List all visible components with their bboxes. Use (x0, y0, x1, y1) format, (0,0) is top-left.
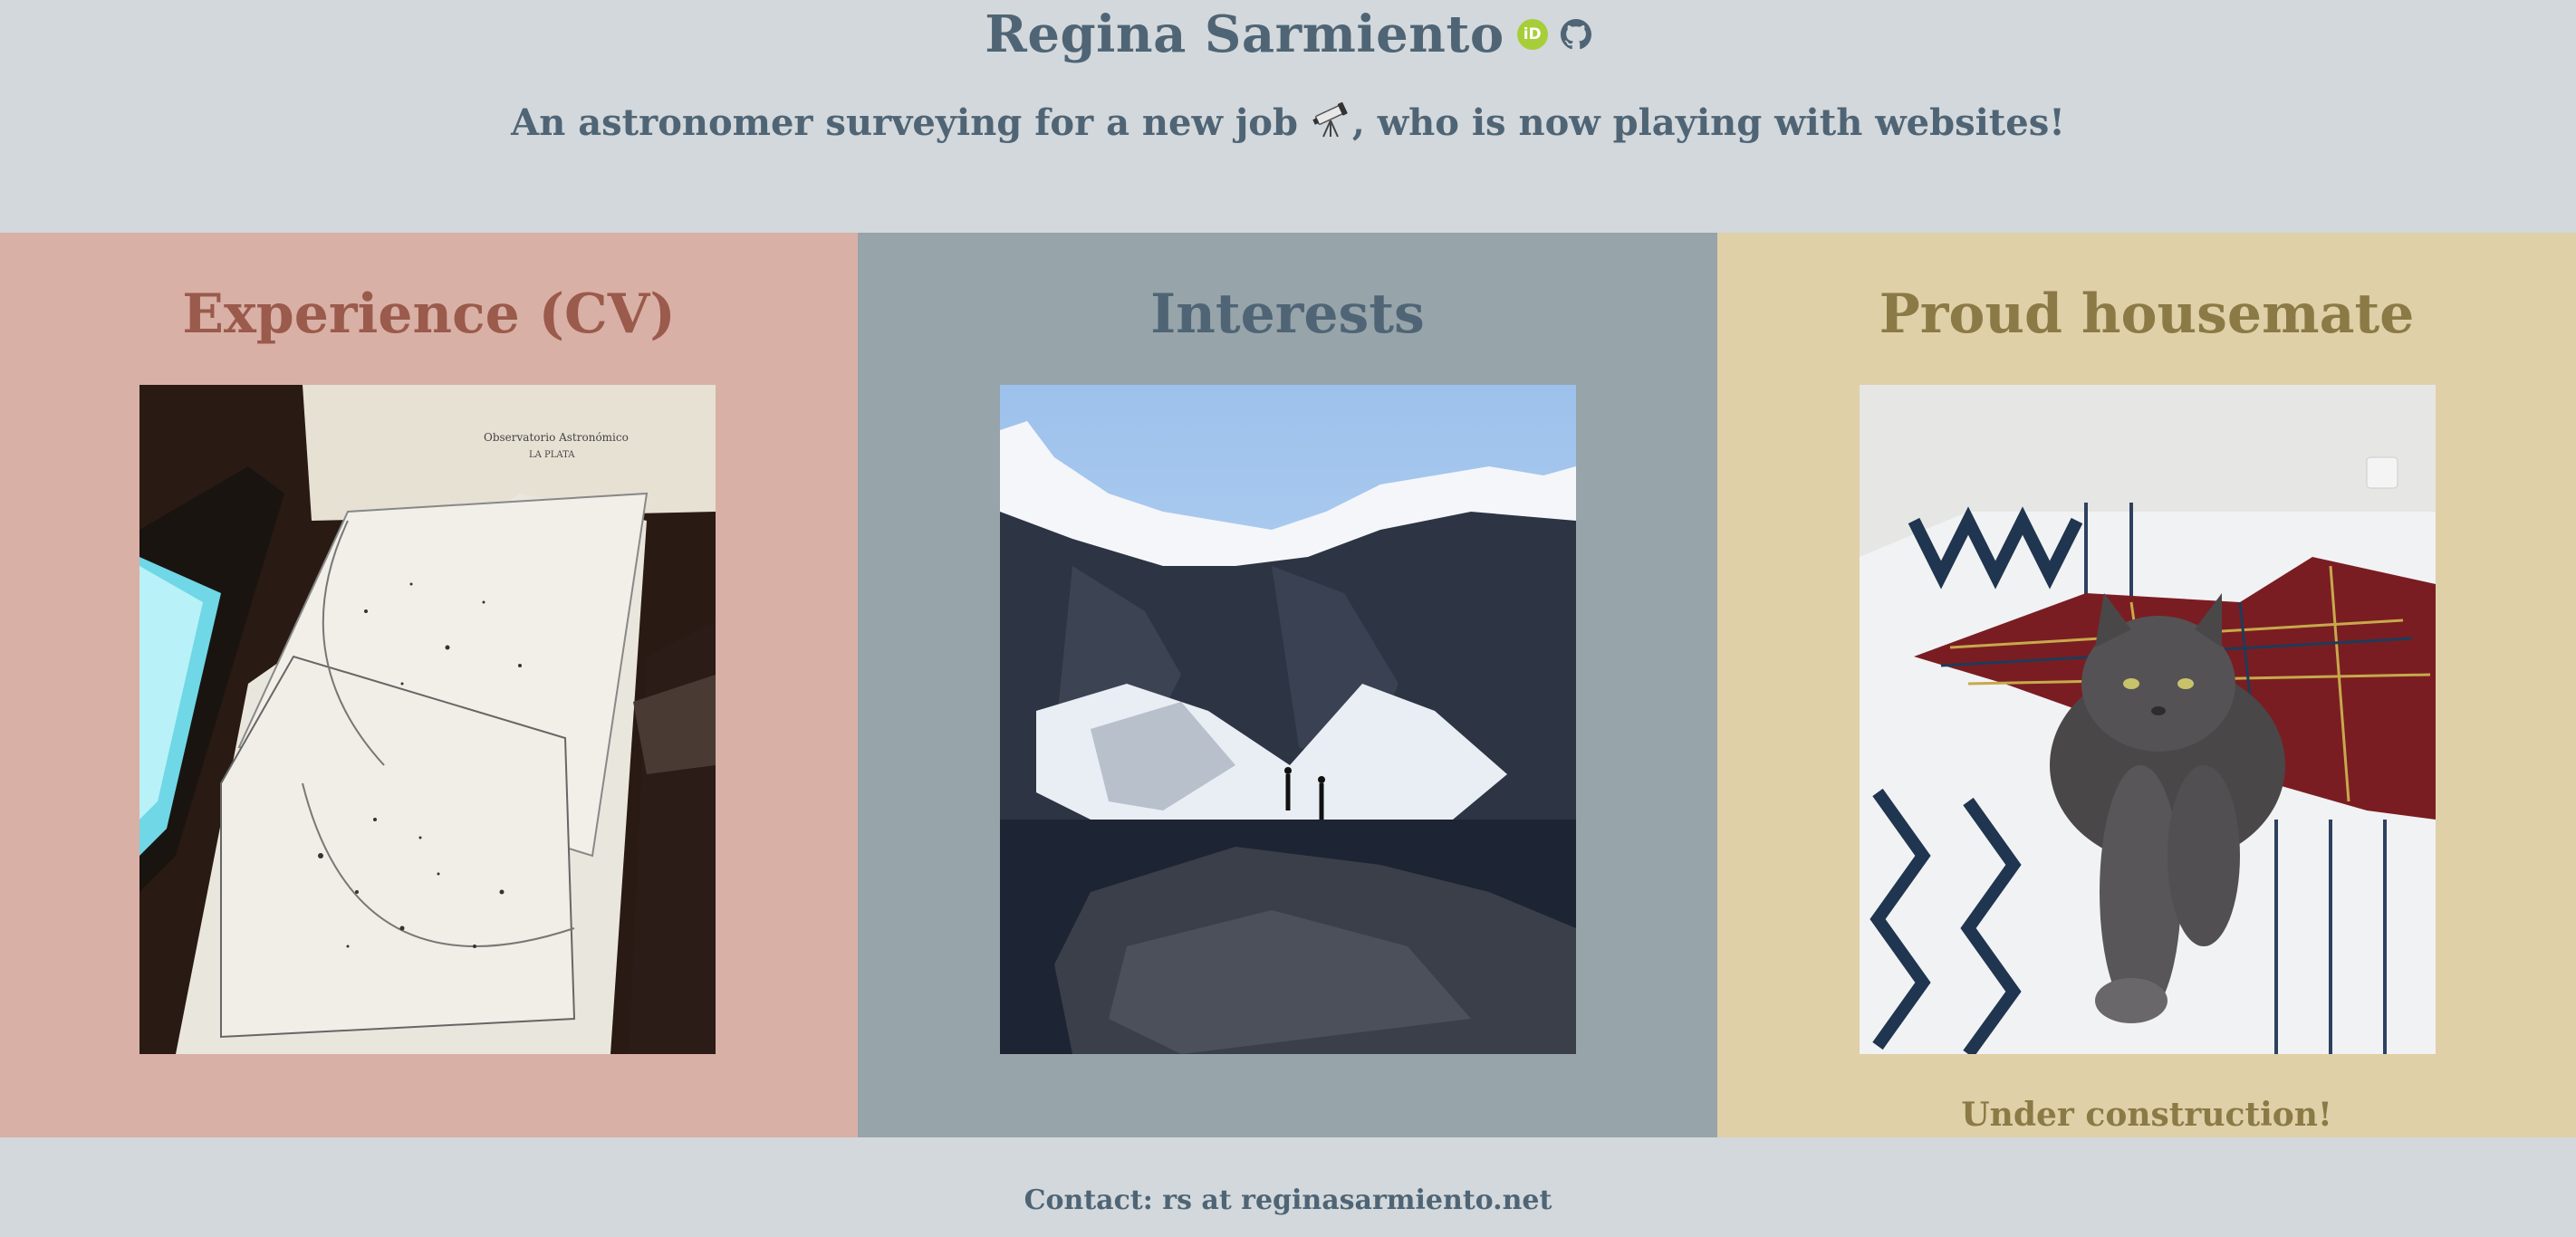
section-title-housemate[interactable]: Proud housemate (1717, 271, 2576, 358)
telescope-icon (1312, 101, 1348, 138)
svg-text:LA PLATA: LA PLATA (529, 450, 575, 460)
svg-text:Observatorio Astronómico: Observatorio Astronómico (484, 431, 629, 444)
sections: Experience (CV) Observatorio Astronómico… (0, 233, 2576, 1137)
title-row: Regina Sarmiento iD (0, 0, 2576, 69)
mountain-lake-photo[interactable] (1000, 385, 1576, 1054)
orcid-icon[interactable]: iD (1516, 19, 1548, 50)
tagline-text: An astronomer surveying for a new job (511, 101, 1298, 144)
section-title-experience[interactable]: Experience (CV) (0, 271, 858, 358)
star-charts-photo[interactable]: Observatorio Astronómico LA PLATA (139, 385, 716, 1054)
tagline: An astronomer surveying for a new job , … (0, 94, 2576, 152)
section-housemate[interactable]: Proud housemate Under construction! (1717, 233, 2576, 1137)
contact-text[interactable]: Contact: rs at reginasarmiento.net (0, 1183, 2576, 1219)
site-title[interactable]: Regina Sarmiento (985, 0, 1504, 69)
tagline-text-end: , who is now playing with websites! (1351, 101, 2065, 144)
section-experience[interactable]: Experience (CV) Observatorio Astronómico… (0, 233, 858, 1137)
under-construction-note: Under construction! (1961, 1096, 2332, 1134)
page-header: Regina Sarmiento iD An astronomer survey… (0, 0, 2576, 233)
page-footer: Contact: rs at reginasarmiento.net (0, 1137, 2576, 1237)
section-title-interests[interactable]: Interests (858, 271, 1717, 358)
github-icon[interactable] (1560, 19, 1591, 50)
cat-photo[interactable] (1860, 385, 2436, 1054)
section-interests[interactable]: Interests (858, 233, 1717, 1137)
